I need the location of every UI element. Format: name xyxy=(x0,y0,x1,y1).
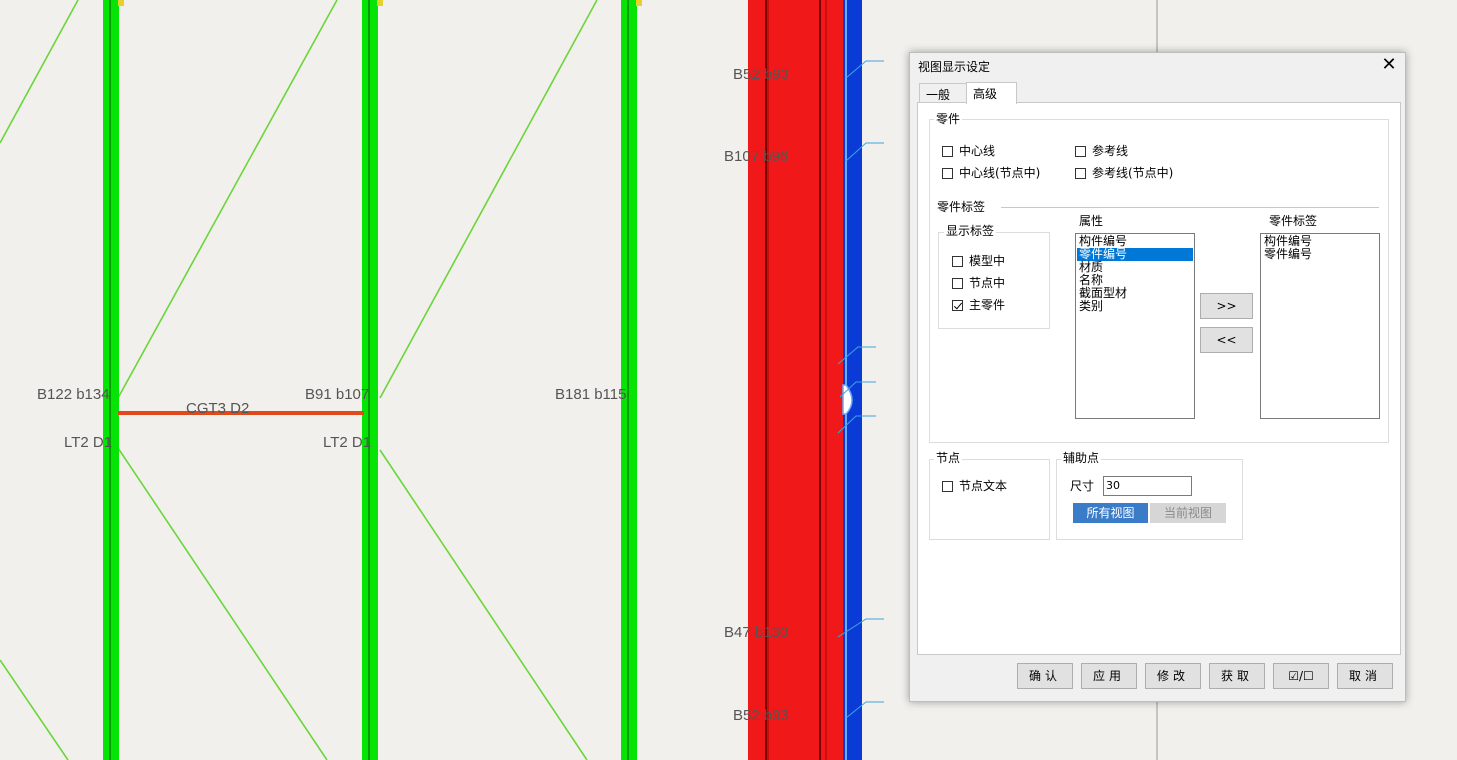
in-node-checkbox[interactable]: 节点中 xyxy=(952,276,1005,290)
parts-group-title: 零件 xyxy=(934,112,963,126)
checkbox-label: 主零件 xyxy=(969,298,1006,312)
label-b52-bottom: B52 b93 xyxy=(733,707,789,724)
reference-line-in-node-checkbox[interactable]: 参考线(节点中) xyxy=(1075,166,1173,180)
attributes-listbox[interactable]: 构件编号 零件编号 材质 名称 截面型材 类别 xyxy=(1075,233,1195,419)
add-label-button[interactable]: >> xyxy=(1200,293,1253,319)
checkbox-box-checked[interactable] xyxy=(952,299,963,311)
list-item[interactable]: 零件编号 xyxy=(1262,248,1378,261)
checkbox-label: 模型中 xyxy=(969,254,1006,268)
checkbox-label: 参考线(节点中) xyxy=(1092,166,1174,180)
show-label-title: 显示标签 xyxy=(944,224,997,238)
size-input[interactable]: 30 xyxy=(1103,476,1192,496)
checkbox-label: 中心线(节点中) xyxy=(959,166,1041,180)
checkbox-box[interactable] xyxy=(942,480,953,492)
label-b47: B47 b130 xyxy=(724,624,789,641)
label-lt2-2: LT2 D1 xyxy=(323,434,372,451)
centerline-checkbox[interactable]: 中心线 xyxy=(942,144,995,158)
reference-line-checkbox[interactable]: 参考线 xyxy=(1075,144,1128,158)
attributes-header: 属性 xyxy=(1077,214,1106,228)
dialog-title: 视图显示设定 xyxy=(918,60,991,74)
size-label: 尺寸 xyxy=(1068,479,1097,493)
current-view-button[interactable]: 当前视图 xyxy=(1150,503,1226,523)
label-b107: B107 b96 xyxy=(724,148,789,165)
label-b91: B91 b107 xyxy=(305,386,370,403)
checkbox-box[interactable] xyxy=(952,255,963,267)
label-lt2-1: LT2 D1 xyxy=(64,434,113,451)
advanced-panel: 零件 中心线 参考线 中心线(节点中) 参考线(节点中) 零件标签 显示标签 模… xyxy=(917,102,1401,655)
node-group-title: 节点 xyxy=(934,451,963,465)
checkbox-label: 节点文本 xyxy=(959,479,1008,493)
part-label-section-title: 零件标签 xyxy=(935,200,988,214)
checkbox-box[interactable] xyxy=(1075,145,1086,157)
modify-button[interactable]: 修改 xyxy=(1145,663,1201,689)
in-model-checkbox[interactable]: 模型中 xyxy=(952,254,1005,268)
checkbox-box[interactable] xyxy=(952,277,963,289)
node-text-checkbox[interactable]: 节点文本 xyxy=(942,479,1007,493)
close-icon[interactable]: ✕ xyxy=(1379,55,1399,75)
label-b181: B181 b115 xyxy=(555,386,627,403)
red-column xyxy=(748,0,843,760)
list-item[interactable]: 类别 xyxy=(1077,300,1193,313)
label-cgt: CGT3 D2 xyxy=(186,400,250,417)
part-labels-listbox[interactable]: 构件编号 零件编号 xyxy=(1260,233,1380,419)
remove-label-button[interactable]: << xyxy=(1200,327,1253,353)
checkbox-box[interactable] xyxy=(942,167,953,179)
get-button[interactable]: 获取 xyxy=(1209,663,1265,689)
blue-column xyxy=(842,0,862,760)
separator xyxy=(1001,207,1379,208)
label-b52-top: B52 b93 xyxy=(733,66,789,83)
ok-button[interactable]: 确认 xyxy=(1017,663,1073,689)
all-views-button[interactable]: 所有视图 xyxy=(1073,503,1148,523)
checkbox-box[interactable] xyxy=(942,145,953,157)
node-group xyxy=(929,459,1050,540)
tab-advanced[interactable]: 高级 xyxy=(966,82,1017,104)
checkbox-label: 节点中 xyxy=(969,276,1006,290)
cancel-button[interactable]: 取消 xyxy=(1337,663,1393,689)
centerline-in-node-checkbox[interactable]: 中心线(节点中) xyxy=(942,166,1040,180)
main-part-checkbox[interactable]: 主零件 xyxy=(952,298,1005,312)
toggle-all-button[interactable]: ☑/☐ xyxy=(1273,663,1329,689)
checkbox-box[interactable] xyxy=(1075,167,1086,179)
aux-point-group xyxy=(1056,459,1243,540)
apply-button[interactable]: 应用 xyxy=(1081,663,1137,689)
part-labels-header: 零件标签 xyxy=(1267,214,1320,228)
label-b122: B122 b134 xyxy=(37,386,110,403)
tab-general[interactable]: 一般 xyxy=(919,83,967,103)
view-display-settings-dialog: 视图显示设定 ✕ 一般 高级 零件 中心线 参考线 中心线(节点中) 参考线(节… xyxy=(909,52,1406,702)
checkbox-label: 参考线 xyxy=(1092,144,1129,158)
checkbox-label: 中心线 xyxy=(959,144,996,158)
aux-point-group-title: 辅助点 xyxy=(1061,451,1102,465)
